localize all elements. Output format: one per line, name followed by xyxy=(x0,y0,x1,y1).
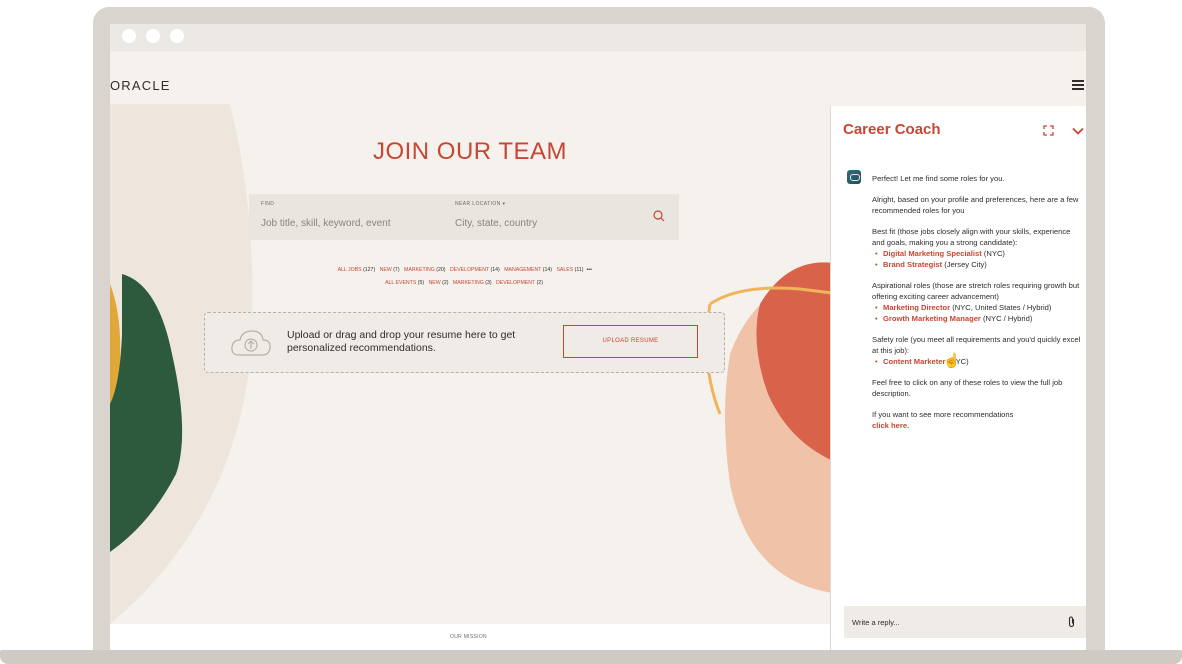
paperclip-icon[interactable] xyxy=(1067,616,1077,628)
cloud-upload-icon xyxy=(231,330,271,356)
expand-icon[interactable] xyxy=(1043,125,1054,136)
find-field[interactable]: FIND Job title, skill, keyword, event xyxy=(261,201,391,231)
job-filters: ALL JOBS (127) NEW (7) MARKETING (20) DE… xyxy=(249,264,679,290)
message-closing: Feel free to click on any of these roles… xyxy=(872,378,1063,398)
list-item: Brand Strategist (Jersey City) xyxy=(872,259,1082,270)
list-item: Growth Marketing Manager (NYC / Hybrid) xyxy=(872,313,1082,324)
career-coach-title: Career Coach xyxy=(843,121,941,138)
list-item: Digital Marketing Specialist (NYC) xyxy=(872,248,1082,259)
menu-icon[interactable] xyxy=(1072,80,1084,90)
more-recommendations-link[interactable]: click here. xyxy=(872,420,1082,431)
best-fit-heading: Best fit (those jobs closely align with … xyxy=(872,227,1071,247)
message-intro: Perfect! Let me find some roles for you. xyxy=(872,174,1005,183)
laptop-base xyxy=(0,650,1182,664)
filter-marketing-events[interactable]: MARKETING (3) xyxy=(453,280,492,286)
role-link-growth-marketing-manager[interactable]: Growth Marketing Manager xyxy=(883,314,981,323)
window-close-dot[interactable] xyxy=(122,29,136,43)
job-search-bar: FIND Job title, skill, keyword, event NE… xyxy=(249,194,679,240)
list-item: Marketing Director (NYC, United States /… xyxy=(872,302,1082,313)
upload-instructions: Upload or drag and drop your resume here… xyxy=(287,329,516,354)
filter-development-jobs[interactable]: DEVELOPMENT (14) xyxy=(450,267,500,273)
list-item: Content Marketer (NYC) xyxy=(872,356,1082,367)
career-coach-panel: Career Coach Perfect! Let me find some r… xyxy=(830,106,1086,650)
hand-cursor-icon: ☝ xyxy=(943,352,961,368)
job-filter-row: ALL JOBS (127) NEW (7) MARKETING (20) DE… xyxy=(249,264,679,277)
chevron-down-icon[interactable] xyxy=(1072,127,1084,135)
role-link-brand-strategist[interactable]: Brand Strategist xyxy=(883,260,942,269)
search-icon[interactable] xyxy=(651,208,667,224)
safety-heading: Safety role (you meet all requirements a… xyxy=(872,335,1081,355)
safety-list: Content Marketer (NYC) xyxy=(872,356,1082,367)
window-maximize-dot[interactable] xyxy=(170,29,184,43)
filter-all-events[interactable]: ALL EVENTS (5) xyxy=(385,280,424,286)
footer-strip: OUR MISSION xyxy=(110,624,830,650)
browser-screen: ORACLE JOIN OUR TEAM FIND Job title, ski… xyxy=(110,24,1086,650)
event-filter-row: ALL EVENTS (5) NEW (2) MARKETING (3) DEV… xyxy=(249,277,679,290)
aspirational-list: Marketing Director (NYC, United States /… xyxy=(872,302,1082,324)
oracle-logo[interactable]: ORACLE xyxy=(110,78,171,93)
aspirational-heading: Aspirational roles (those are stretch ro… xyxy=(872,281,1080,301)
filter-management-jobs[interactable]: MANAGEMENT (14) xyxy=(504,267,552,273)
best-fit-list: Digital Marketing Specialist (NYC) Brand… xyxy=(872,248,1082,270)
our-mission-link[interactable]: OUR MISSION xyxy=(450,634,487,640)
resume-upload-dropzone[interactable]: Upload or drag and drop your resume here… xyxy=(204,312,725,373)
more-filters-icon[interactable]: ••• xyxy=(586,267,591,273)
message-lead: Alright, based on your profile and prefe… xyxy=(872,195,1079,215)
more-recommendations-text: If you want to see more recommendations xyxy=(872,410,1014,419)
location-field[interactable]: NEAR LOCATION ▾ City, state, country xyxy=(455,201,537,231)
upload-resume-button[interactable]: UPLOAD RESUME xyxy=(563,325,698,358)
find-label: FIND xyxy=(261,201,275,207)
role-link-digital-marketing-specialist[interactable]: Digital Marketing Specialist xyxy=(883,249,982,258)
reply-input[interactable] xyxy=(852,606,1052,638)
window-minimize-dot[interactable] xyxy=(146,29,160,43)
page-title: JOIN OUR TEAM xyxy=(372,138,568,165)
location-input[interactable]: City, state, country xyxy=(455,218,537,229)
window-titlebar xyxy=(110,24,1086,51)
assistant-message: Perfect! Let me find some roles for you.… xyxy=(872,173,1082,431)
filter-marketing-jobs[interactable]: MARKETING (20) xyxy=(404,267,446,273)
filter-all-jobs[interactable]: ALL JOBS (127) xyxy=(338,267,376,273)
assistant-avatar-icon xyxy=(847,170,861,184)
filter-new-jobs[interactable]: NEW (7) xyxy=(380,267,400,273)
location-label: NEAR LOCATION ▾ xyxy=(455,201,506,207)
filter-development-events[interactable]: DEVELOPMENT (2) xyxy=(496,280,543,286)
reply-bar xyxy=(844,606,1086,638)
filter-sales-jobs[interactable]: SALES (11) xyxy=(556,267,583,273)
role-link-content-marketer[interactable]: Content Marketer xyxy=(883,357,945,366)
role-link-marketing-director[interactable]: Marketing Director xyxy=(883,303,950,312)
find-input[interactable]: Job title, skill, keyword, event xyxy=(261,218,391,229)
filter-new-events[interactable]: NEW (2) xyxy=(429,280,449,286)
